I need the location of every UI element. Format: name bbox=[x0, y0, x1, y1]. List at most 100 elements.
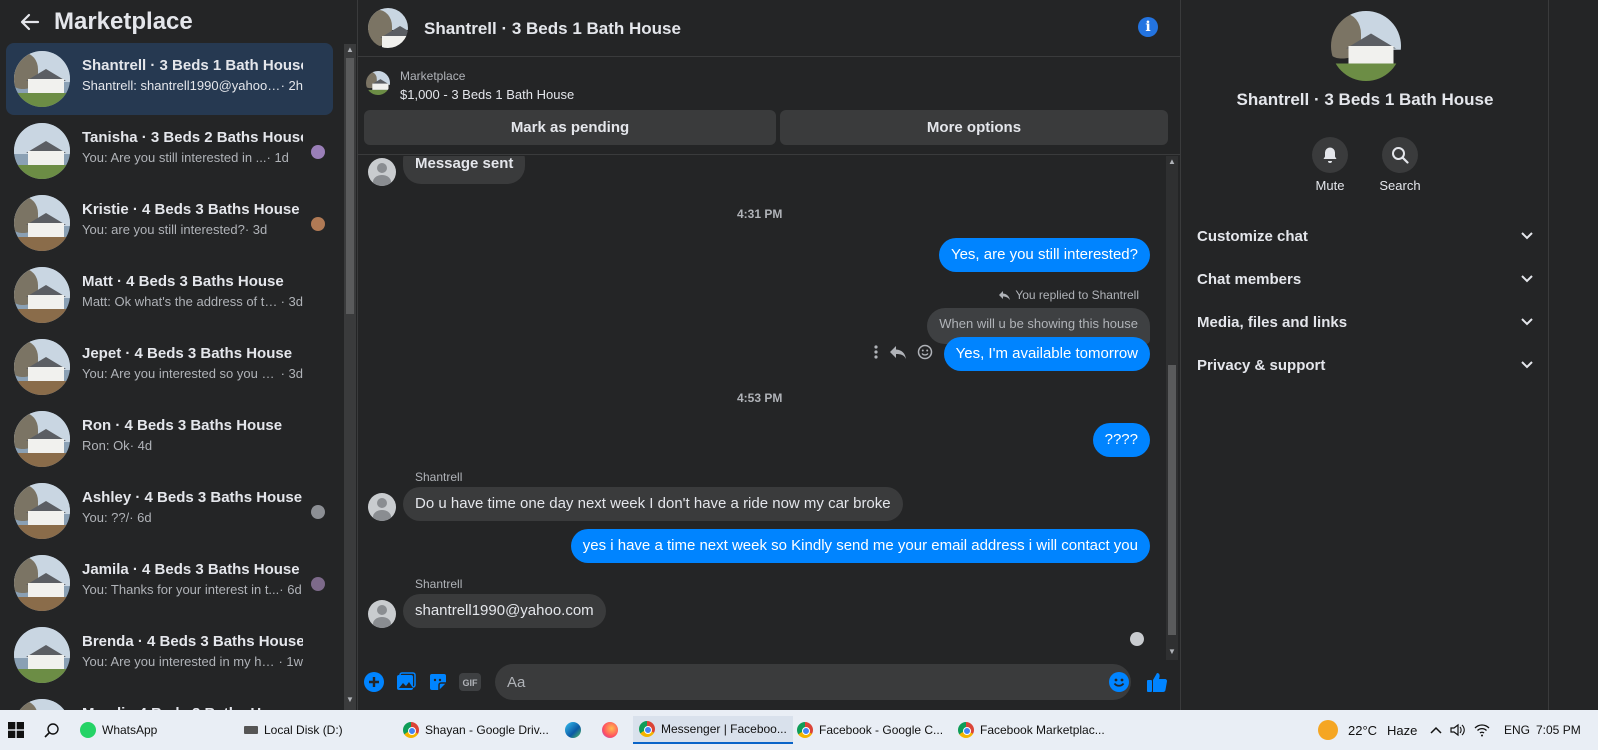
conversation-item-ron[interactable]: Ron · 4 Beds 3 Baths House Ron: Ok · 4d bbox=[6, 403, 333, 475]
conversation-item-kristie[interactable]: Kristie · 4 Beds 3 Baths House You: are … bbox=[6, 187, 333, 259]
listing-thumbnail bbox=[14, 627, 70, 683]
taskbar-search[interactable] bbox=[44, 716, 60, 744]
svg-text:GIF: GIF bbox=[463, 678, 479, 688]
taskbar-app-label: Local Disk (D:) bbox=[264, 723, 343, 737]
listing-thumbnail[interactable] bbox=[366, 71, 390, 95]
language-indicator[interactable]: ENG bbox=[1504, 723, 1530, 737]
chat-avatar[interactable] bbox=[368, 8, 408, 48]
taskbar-app-local-disk[interactable]: Local Disk (D:) bbox=[244, 716, 343, 744]
conversation-item-matt[interactable]: Matt · 4 Beds 3 Baths House Matt: Ok wha… bbox=[6, 259, 333, 331]
taskbar-app-firefox[interactable] bbox=[602, 716, 618, 744]
windows-icon bbox=[8, 722, 24, 738]
plus-icon[interactable] bbox=[363, 671, 385, 693]
emoji-icon[interactable] bbox=[917, 344, 933, 360]
taskbar-app-label: Shayan - Google Driv... bbox=[425, 723, 549, 737]
taskbar-app-messenger[interactable]: Messenger | Faceboo... bbox=[633, 716, 793, 744]
message-bubble-out: Yes, are you still interested? bbox=[938, 238, 1150, 272]
section-privacy-support[interactable]: Privacy & support bbox=[1189, 345, 1541, 385]
start-button[interactable] bbox=[8, 716, 24, 744]
conversation-preview: You: Are you still interested in ... bbox=[82, 150, 267, 165]
chevron-up-icon[interactable] bbox=[1430, 726, 1442, 734]
conversation-time: · 3d bbox=[280, 294, 303, 309]
conversation-item-jepet[interactable]: Jepet · 4 Beds 3 Baths House You: Are yo… bbox=[6, 331, 333, 403]
conversation-item-jamila[interactable]: Jamila · 4 Beds 3 Baths House You: Thank… bbox=[6, 547, 333, 619]
sender-name: Shantrell bbox=[415, 470, 463, 484]
conversation-name: Brenda · 4 Beds 3 Baths House bbox=[82, 633, 303, 650]
reply-note: You replied to Shantrell bbox=[998, 288, 1139, 302]
seen-avatar bbox=[311, 217, 325, 231]
emoji-icon[interactable] bbox=[1108, 671, 1130, 693]
conversation-time: · 3d bbox=[244, 222, 268, 237]
taskbar-app-label: WhatsApp bbox=[102, 723, 158, 737]
bell-icon bbox=[1323, 147, 1337, 163]
windows-taskbar: WhatsApp Local Disk (D:) Shayan - Google… bbox=[0, 710, 1598, 750]
conversation-name: Shantrell · 3 Beds 1 Bath House bbox=[82, 57, 303, 74]
whatsapp-icon bbox=[80, 722, 96, 738]
conversation-time: · 6d bbox=[279, 582, 302, 597]
message-input[interactable] bbox=[495, 664, 1131, 700]
info-icon[interactable]: i bbox=[1138, 17, 1158, 37]
taskbar-app-marketplace[interactable]: Facebook Marketplac... bbox=[958, 716, 1105, 744]
conversation-item-ashley[interactable]: Ashley · 4 Beds 3 Baths House You: ??/· … bbox=[6, 475, 333, 547]
conversation-time: · 4d bbox=[129, 438, 153, 453]
section-customize-chat[interactable]: Customize chat bbox=[1189, 216, 1541, 256]
conversation-item-shantrell[interactable]: Shantrell · 3 Beds 1 Bath House Shantrel… bbox=[6, 43, 333, 115]
scroll-up-icon[interactable]: ▲ bbox=[344, 44, 356, 56]
chat-panel: Shantrell · 3 Beds 1 Bath House i Market… bbox=[357, 0, 1181, 724]
more-icon[interactable] bbox=[873, 344, 879, 360]
reply-icon[interactable] bbox=[889, 344, 907, 360]
chat-title[interactable]: Shantrell · 3 Beds 1 Bath House bbox=[424, 19, 681, 39]
conversation-item-brenda[interactable]: Brenda · 4 Beds 3 Baths House You: Are y… bbox=[6, 619, 333, 691]
conversation-preview: You: Are you interested in my hou... bbox=[82, 654, 279, 669]
sender-avatar bbox=[368, 158, 396, 186]
clock-time: 7:05 PM bbox=[1536, 723, 1581, 737]
conversation-time: · 1w bbox=[278, 654, 303, 669]
taskbar-app-whatsapp[interactable]: WhatsApp bbox=[80, 716, 157, 744]
weather-icon bbox=[1318, 720, 1338, 740]
scroll-down-icon[interactable]: ▼ bbox=[344, 694, 356, 706]
section-label: Chat members bbox=[1197, 270, 1302, 288]
mute-button[interactable] bbox=[1312, 137, 1348, 173]
scroll-down-icon[interactable]: ▼ bbox=[1166, 646, 1178, 658]
more-options-button[interactable]: More options bbox=[780, 110, 1168, 145]
conversation-info-panel: Shantrell · 3 Beds 1 Bath House Mute Sea… bbox=[1180, 0, 1548, 724]
scroll-up-icon[interactable]: ▲ bbox=[1166, 156, 1178, 168]
sticker-icon[interactable] bbox=[427, 671, 449, 693]
taskbar-app-label: Facebook - Google C... bbox=[819, 723, 944, 737]
weather-widget[interactable]: 22°C Haze bbox=[1318, 710, 1417, 750]
search-button[interactable] bbox=[1382, 137, 1418, 173]
taskbar-app-edge[interactable] bbox=[565, 716, 581, 744]
section-media-files-links[interactable]: Media, files and links bbox=[1189, 302, 1541, 342]
reply-icon bbox=[999, 290, 1011, 300]
listing-thumbnail bbox=[14, 51, 70, 107]
back-arrow-icon[interactable] bbox=[18, 10, 42, 34]
section-chat-members[interactable]: Chat members bbox=[1189, 259, 1541, 299]
speaker-icon[interactable] bbox=[1450, 723, 1466, 737]
listing-thumbnail bbox=[14, 339, 70, 395]
sidebar-scrollbar-thumb[interactable] bbox=[346, 58, 354, 314]
image-icon[interactable] bbox=[395, 671, 417, 693]
thumbs-up-icon[interactable] bbox=[1146, 671, 1168, 693]
weather-desc: Haze bbox=[1387, 722, 1418, 738]
taskbar-app-google-drive[interactable]: Shayan - Google Driv... bbox=[403, 716, 549, 744]
message-bubble-out: Yes, I'm available tomorrow bbox=[943, 337, 1150, 371]
clock[interactable]: 7:05 PM bbox=[1536, 710, 1581, 750]
conversation-name: Kristie · 4 Beds 3 Baths House bbox=[82, 201, 300, 218]
listing-price-title[interactable]: $1,000 - 3 Beds 1 Bath House bbox=[400, 87, 574, 102]
conversation-name: Matt · 4 Beds 3 Baths House bbox=[82, 273, 284, 290]
listing-thumbnail bbox=[14, 555, 70, 611]
wifi-icon[interactable] bbox=[1474, 723, 1490, 737]
chrome-icon bbox=[797, 722, 813, 738]
taskbar-app-facebook[interactable]: Facebook - Google C... bbox=[797, 716, 943, 744]
system-tray: ENG bbox=[1430, 710, 1530, 750]
chat-scrollbar-thumb[interactable] bbox=[1168, 365, 1176, 635]
gif-icon[interactable]: GIF bbox=[459, 671, 481, 693]
listing-thumbnail bbox=[14, 411, 70, 467]
listing-thumbnail bbox=[14, 267, 70, 323]
listing-thumbnail bbox=[14, 195, 70, 251]
seen-avatar bbox=[311, 577, 325, 591]
conversation-item-tanisha[interactable]: Tanisha · 3 Beds 2 Baths House You: Are … bbox=[6, 115, 333, 187]
message-bubble-in: Do u have time one day next week I don't… bbox=[403, 487, 903, 521]
mark-as-pending-button[interactable]: Mark as pending bbox=[364, 110, 776, 145]
conversation-name: Jepet · 4 Beds 3 Baths House bbox=[82, 345, 293, 362]
